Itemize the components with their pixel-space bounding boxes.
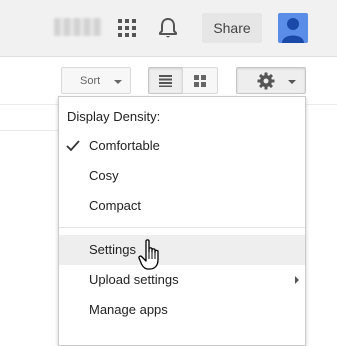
sort-label: Sort — [80, 75, 101, 87]
menu-item-comfortable[interactable]: Comfortable — [59, 131, 305, 161]
gear-icon — [257, 72, 275, 90]
grid-view-icon — [194, 75, 206, 87]
menu-item-label: Compact — [89, 198, 142, 213]
top-bar: Share — [0, 0, 337, 57]
notifications-bell-icon[interactable] — [158, 17, 178, 39]
grid-view-button[interactable] — [182, 67, 218, 94]
divider — [0, 130, 58, 131]
view-toggle-group — [148, 67, 218, 94]
menu-item-compact[interactable]: Compact — [59, 191, 305, 221]
chevron-down-icon — [114, 80, 122, 84]
menu-item-label: Upload settings — [89, 272, 179, 287]
chevron-down-icon — [288, 80, 296, 84]
menu-item-label: Manage apps — [89, 302, 168, 317]
chevron-right-icon — [295, 276, 299, 284]
checkmark-icon — [66, 140, 80, 152]
menu-item-label: Settings — [89, 242, 136, 257]
menu-item-label: Comfortable — [89, 138, 160, 153]
list-view-button[interactable] — [148, 67, 183, 94]
avatar[interactable] — [278, 13, 308, 43]
avatar-person-icon — [282, 18, 304, 43]
apps-grid-icon[interactable] — [118, 19, 136, 37]
settings-gear-button[interactable] — [236, 67, 306, 94]
menu-item-cosy[interactable]: Cosy — [59, 161, 305, 191]
sort-button[interactable]: Sort — [61, 67, 131, 94]
menu-item-settings[interactable]: Settings — [59, 235, 305, 265]
settings-dropdown-menu: Display Density: Comfortable Cosy Compac… — [58, 96, 306, 346]
menu-item-label: Cosy — [89, 168, 119, 183]
hand-pointer-cursor-icon — [138, 239, 159, 270]
list-view-icon — [159, 75, 172, 87]
menu-item-upload-settings[interactable]: Upload settings — [59, 265, 305, 295]
menu-separator — [59, 227, 305, 228]
display-density-heading: Display Density: — [67, 109, 161, 124]
menu-item-manage-apps[interactable]: Manage apps — [59, 295, 305, 325]
share-button[interactable]: Share — [202, 13, 262, 43]
redacted-username — [54, 18, 102, 36]
